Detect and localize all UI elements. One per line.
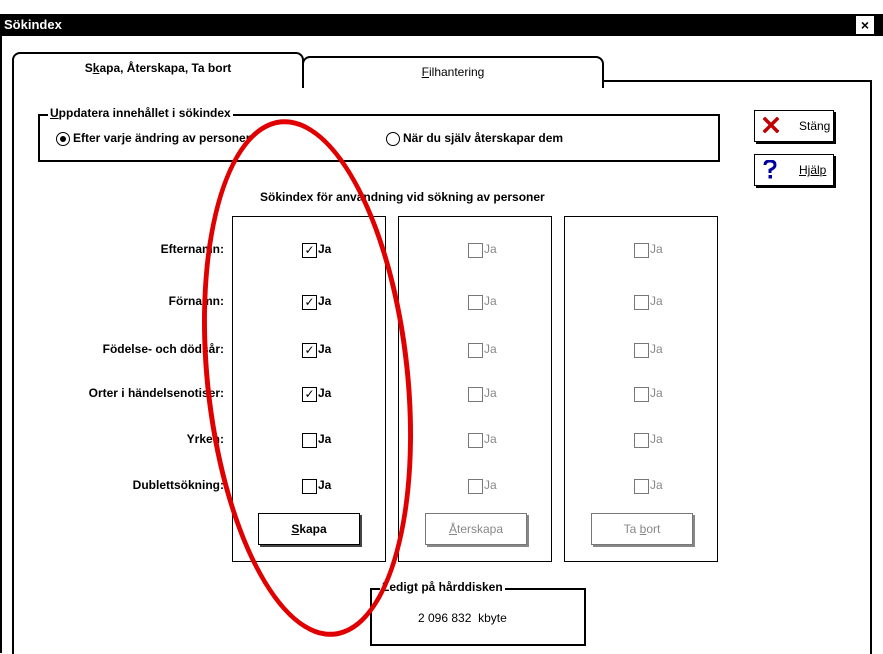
radio-after-each-change-label: Efter varje ändring av personer xyxy=(73,131,251,145)
row-label: Förnamn: xyxy=(168,294,224,308)
tab-create-recreate-delete[interactable]: Skapa, Återskapa, Ta bort xyxy=(12,52,304,84)
row-label: Födelse- och dödsår: xyxy=(102,342,224,356)
question-icon xyxy=(763,160,777,179)
delete-checkbox[interactable] xyxy=(634,479,649,494)
checkbox-label: Ja xyxy=(650,386,663,400)
delete-checkbox[interactable] xyxy=(634,343,649,358)
recreate-checkbox[interactable] xyxy=(468,387,483,402)
tab-label: S xyxy=(84,61,93,75)
row-label: Efternamn: xyxy=(160,242,224,256)
create-checkbox[interactable]: ✓ xyxy=(302,387,317,402)
create-checkbox[interactable]: ✓ xyxy=(302,295,317,310)
disk-space-unit: kbyte xyxy=(478,611,507,625)
update-groupbox-legend: Uppdatera innehållet i sökindex xyxy=(48,106,233,120)
checkbox-label: Ja xyxy=(484,432,497,446)
delete-checkbox[interactable] xyxy=(634,295,649,310)
checkbox-label: Ja xyxy=(650,432,663,446)
checkbox-label: Ja xyxy=(484,478,497,492)
row-label: Orter i händelsenotiser: xyxy=(88,386,224,400)
checkbox-label: Ja xyxy=(650,242,663,256)
tab-mnemonic: F xyxy=(421,65,429,79)
x-icon xyxy=(763,117,779,133)
checkbox-label: Ja xyxy=(318,342,332,356)
close-button[interactable]: Stäng xyxy=(754,110,834,142)
checkbox-label: Ja xyxy=(484,386,497,400)
radio-manual-recreate[interactable] xyxy=(386,132,400,146)
checkbox-label: Ja xyxy=(650,294,663,308)
create-checkbox[interactable]: ✓ xyxy=(302,343,317,358)
delete-checkbox[interactable] xyxy=(634,433,649,448)
checkbox-label: Ja xyxy=(484,342,497,356)
recreate-checkbox[interactable] xyxy=(468,243,483,258)
create-checkbox[interactable] xyxy=(302,433,317,448)
checkbox-label: Ja xyxy=(484,294,497,308)
left-edge xyxy=(0,36,2,653)
checkbox-label: Ja xyxy=(650,342,663,356)
tab-file-handling[interactable]: Filhantering xyxy=(302,56,604,88)
window-title: Sökindex xyxy=(4,17,62,32)
disk-space-legend: Ledigt på hårddisken xyxy=(380,580,505,594)
index-section-heading: Sökindex för användning vid sökning av p… xyxy=(260,190,545,204)
tab-label: apa, Återskapa, Ta bort xyxy=(99,61,232,75)
row-label: Yrken: xyxy=(186,432,224,446)
radio-manual-recreate-label: När du själv återskapar dem xyxy=(403,131,564,145)
title-bar: Sökindex × xyxy=(0,14,883,36)
create-checkbox[interactable]: ✓ xyxy=(302,243,317,258)
recreate-checkbox[interactable] xyxy=(468,343,483,358)
row-label: Dublettsökning: xyxy=(132,478,224,492)
top-strip xyxy=(0,0,883,8)
radio-after-each-change[interactable] xyxy=(56,132,70,146)
checkbox-label: Ja xyxy=(318,294,332,308)
checkbox-label: Ja xyxy=(650,478,663,492)
checkbox-label: Ja xyxy=(318,478,332,492)
create-button[interactable]: Skapa xyxy=(258,513,360,545)
tab-label: ilhantering xyxy=(428,65,485,79)
checkbox-label: Ja xyxy=(318,242,332,256)
close-window-icon[interactable]: × xyxy=(856,16,874,34)
recreate-button[interactable]: Återskapa xyxy=(425,513,527,545)
create-checkbox[interactable] xyxy=(302,479,317,494)
sokindex-dialog: Sökindex × Skapa, Återskapa, Ta bort Fil… xyxy=(0,0,883,654)
close-button-label: Stäng xyxy=(799,119,831,133)
checkbox-label: Ja xyxy=(318,386,332,400)
recreate-checkbox[interactable] xyxy=(468,295,483,310)
checkbox-label: Ja xyxy=(318,432,332,446)
help-button[interactable]: Hjälp xyxy=(754,154,834,186)
help-button-label: Hjälp xyxy=(799,163,827,177)
disk-space-value: 2 096 832 kbyte xyxy=(418,611,507,625)
disk-space-number: 2 096 832 xyxy=(418,611,472,625)
checkbox-label: Ja xyxy=(484,242,497,256)
recreate-checkbox[interactable] xyxy=(468,433,483,448)
delete-checkbox[interactable] xyxy=(634,387,649,402)
delete-checkbox[interactable] xyxy=(634,243,649,258)
recreate-checkbox[interactable] xyxy=(468,479,483,494)
delete-button[interactable]: Ta bort xyxy=(591,513,693,545)
